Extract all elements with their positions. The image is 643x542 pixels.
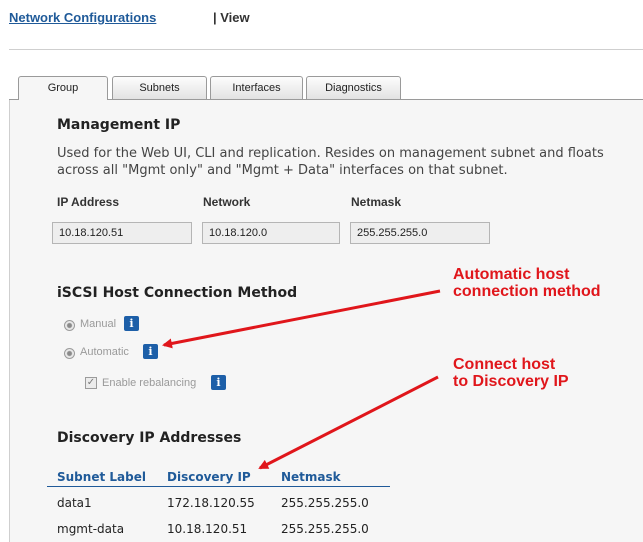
arrow-to-discovery-ip xyxy=(258,375,439,470)
annotation-arrows xyxy=(162,289,441,470)
arrow-to-automatic xyxy=(162,289,441,349)
